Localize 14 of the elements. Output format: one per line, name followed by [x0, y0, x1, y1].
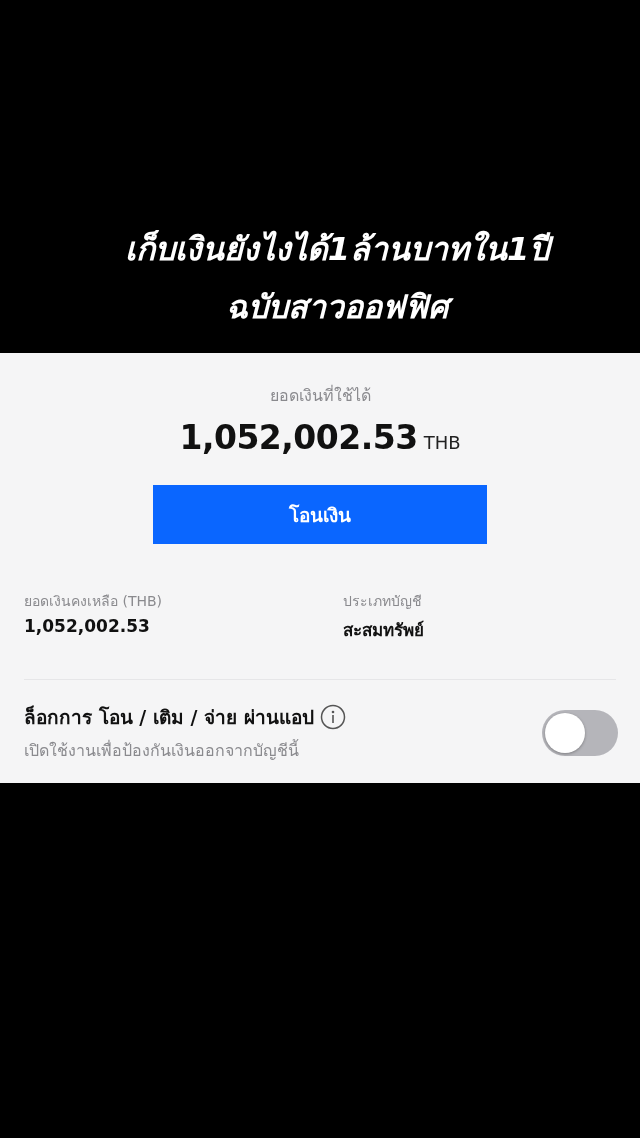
caption-text: เก็บเงินยังไงได้1ล้านบาทใน1ปี	[120, 222, 560, 276]
balance-amount: 1,052,002.53	[179, 418, 418, 457]
detail-value: 1,052,002.53	[24, 616, 151, 636]
detail-label: ประเภทบัญชี	[343, 592, 423, 611]
currency-label: THB	[423, 432, 461, 453]
balance-label: ยอดเงินที่ใช้ได้	[269, 384, 371, 407]
caption-text: ฉบับสาวออฟฟิศ	[222, 280, 458, 334]
lock-setting-description: เปิดใช้งานเพื่อป้องกันเงินออกจากบัญชีนี้	[24, 738, 300, 762]
detail-value: สะสมทรัพย์	[343, 619, 424, 642]
lock-toggle[interactable]	[542, 709, 618, 756]
detail-label: ยอดเงินคงเหลือ (THB)	[24, 592, 164, 611]
lock-setting-title: ล็อกการ โอน / เติม / จ่าย ผ่านแอป	[24, 704, 314, 730]
info-icon[interactable]	[319, 704, 346, 730]
transfer-button[interactable]: โอนเงิน	[153, 485, 487, 544]
